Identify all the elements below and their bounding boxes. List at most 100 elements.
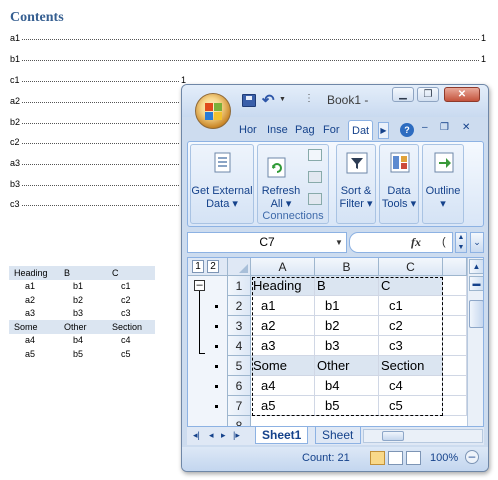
scroll-up-icon[interactable]: ▲ xyxy=(469,259,483,274)
close-button[interactable]: ✕ xyxy=(444,87,480,102)
properties-icon[interactable] xyxy=(308,171,322,183)
tab-home[interactable]: Hor xyxy=(236,120,260,140)
cell[interactable] xyxy=(443,316,467,336)
toc-entry[interactable]: c1 1 xyxy=(10,72,186,85)
formula-divider[interactable] xyxy=(349,232,453,253)
outline-level-1-button[interactable]: 1 xyxy=(192,260,204,273)
row-header[interactable]: 7 xyxy=(228,396,251,416)
formula-input[interactable]: ( xyxy=(442,236,446,248)
toc-entry[interactable]: c21 xyxy=(10,134,186,147)
toc-entry[interactable]: b21 xyxy=(10,114,186,127)
name-box-dropdown-icon[interactable]: ▼ xyxy=(335,238,343,247)
cell[interactable] xyxy=(443,276,467,296)
normal-view-icon[interactable] xyxy=(370,451,385,465)
tab-page-layout[interactable]: Pag xyxy=(292,120,318,140)
restore-button[interactable]: ❐ xyxy=(417,87,439,102)
row-header[interactable]: 3 xyxy=(228,316,251,336)
prev-sheet-icon[interactable]: ◂ xyxy=(209,430,214,441)
toc-entry[interactable]: c31 xyxy=(10,196,186,209)
cell[interactable]: c2 xyxy=(379,316,443,336)
cell[interactable]: b3 xyxy=(315,336,379,356)
cell[interactable] xyxy=(443,396,467,416)
cell[interactable]: B xyxy=(315,276,379,296)
cell[interactable]: Other xyxy=(315,356,379,376)
undo-icon[interactable]: ↶ xyxy=(262,91,275,109)
column-header-b[interactable]: B xyxy=(315,258,379,276)
office-button[interactable] xyxy=(195,93,231,129)
select-all-button[interactable] xyxy=(228,258,251,276)
next-sheet-icon[interactable]: ▸ xyxy=(221,430,226,441)
horizontal-scrollbar[interactable] xyxy=(363,429,483,443)
help-icon[interactable]: ? xyxy=(400,123,414,137)
toc-entry[interactable]: a1 1 xyxy=(10,30,486,43)
sheet-tab-sheet2[interactable]: Sheet xyxy=(315,427,361,444)
cell[interactable]: b4 xyxy=(315,376,379,396)
tab-data[interactable]: Dat xyxy=(348,120,374,140)
cell[interactable]: a1 xyxy=(251,296,315,316)
outline-level-2-button[interactable]: 2 xyxy=(207,260,219,273)
ribbon-restore-icon[interactable]: ❐ xyxy=(440,122,449,133)
connections-icon[interactable] xyxy=(308,149,322,161)
scroll-thumb[interactable] xyxy=(469,300,483,328)
cell[interactable]: Section xyxy=(379,356,443,376)
minimize-button[interactable]: ▁ xyxy=(392,87,414,102)
undo-dropdown-icon[interactable]: ▼ xyxy=(279,96,286,103)
page-break-view-icon[interactable] xyxy=(406,451,421,465)
cell[interactable] xyxy=(443,376,467,396)
cell[interactable]: a2 xyxy=(251,316,315,336)
toc-entry[interactable]: a21 xyxy=(10,93,186,106)
data-tools-button[interactable]: Data Tools ▾ xyxy=(379,144,419,224)
cell[interactable]: Heading xyxy=(251,276,315,296)
row-header[interactable]: 5 xyxy=(228,356,251,376)
row-header[interactable]: 6 xyxy=(228,376,251,396)
cell[interactable]: a5 xyxy=(251,396,315,416)
cell[interactable]: c4 xyxy=(379,376,443,396)
cell[interactable]: c3 xyxy=(379,336,443,356)
insert-function-icon[interactable]: fx xyxy=(411,235,421,250)
cell[interactable] xyxy=(443,356,467,376)
name-box[interactable]: C7 xyxy=(187,232,347,253)
outline-button[interactable]: Outline ▾ xyxy=(422,144,464,224)
tab-insert[interactable]: Inse xyxy=(264,120,291,140)
get-external-data-button[interactable]: Get External Data ▾ xyxy=(190,144,254,224)
zoom-out-icon[interactable]: – xyxy=(465,450,479,464)
cell[interactable]: C xyxy=(379,276,443,296)
tab-formulas[interactable]: For xyxy=(320,120,343,140)
cell[interactable]: a3 xyxy=(251,336,315,356)
expand-formula-bar-icon[interactable]: ⌄ xyxy=(470,232,484,253)
toc-entry[interactable]: b31 xyxy=(10,176,186,189)
column-header-d[interactable] xyxy=(443,258,467,276)
first-sheet-icon[interactable]: ◂| xyxy=(193,430,200,441)
ribbon-minimize-icon[interactable]: – xyxy=(422,122,428,133)
column-header-a[interactable]: A xyxy=(251,258,315,276)
horizontal-scroll-thumb[interactable] xyxy=(382,431,404,441)
save-icon[interactable] xyxy=(242,94,256,107)
cell[interactable] xyxy=(443,296,467,316)
cell[interactable]: b2 xyxy=(315,316,379,336)
split-box-icon[interactable]: ▬ xyxy=(469,276,483,291)
vertical-scrollbar[interactable]: ▲ ▬ xyxy=(467,258,483,426)
row-header[interactable]: 8 xyxy=(228,416,251,426)
cell[interactable]: a4 xyxy=(251,376,315,396)
sheet-tab-sheet1[interactable]: Sheet1 xyxy=(255,427,309,444)
column-header-c[interactable]: C xyxy=(379,258,443,276)
toc-entry[interactable]: b1 1 xyxy=(10,51,486,64)
row-header[interactable]: 1 xyxy=(228,276,251,296)
formula-scroll-icon[interactable]: ▲ ▼ xyxy=(455,232,467,253)
toc-entry[interactable]: a31 xyxy=(10,155,186,168)
row-header[interactable]: 2 xyxy=(228,296,251,316)
zoom-level[interactable]: 100% xyxy=(430,452,458,464)
last-sheet-icon[interactable]: |▸ xyxy=(233,430,240,441)
cell[interactable]: b1 xyxy=(315,296,379,316)
cell[interactable]: c5 xyxy=(379,396,443,416)
cell[interactable]: b5 xyxy=(315,396,379,416)
edit-links-icon[interactable] xyxy=(308,193,322,205)
cell[interactable]: Some xyxy=(251,356,315,376)
collapse-group-button[interactable]: – xyxy=(194,280,205,291)
cell[interactable]: c1 xyxy=(379,296,443,316)
ribbon-close-icon[interactable]: ✕ xyxy=(462,122,470,133)
page-layout-view-icon[interactable] xyxy=(388,451,403,465)
sort-filter-button[interactable]: Sort & Filter ▾ xyxy=(336,144,376,224)
quick-access-more-icon[interactable]: ⋮ xyxy=(304,93,314,104)
ribbon-scroll-right-button[interactable]: ▶ xyxy=(378,122,389,139)
